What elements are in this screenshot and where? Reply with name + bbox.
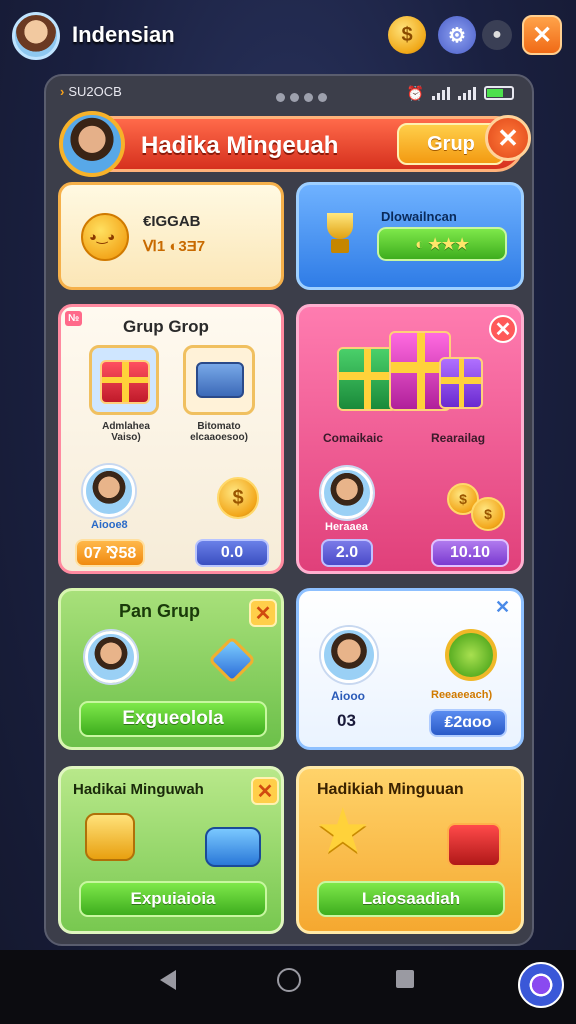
play-arrow-icon: ›: [60, 84, 65, 99]
app-title: Indensian: [72, 22, 175, 47]
banner-close-button[interactable]: ✕: [485, 115, 531, 161]
coin-icon: $: [471, 497, 505, 531]
signal-bars-icon: [432, 87, 450, 100]
reward-pill-button[interactable]: ◐ ★★★: [377, 227, 507, 261]
banner-title: Hadika Mingeuah: [141, 132, 339, 159]
gift-box-icon: [100, 360, 150, 404]
top-bar: Indensian $ ⚙ ● ✕: [0, 0, 576, 70]
price-pill[interactable]: ₤2ɑoo: [429, 709, 507, 737]
menu-dot-icon[interactable]: ●: [482, 20, 512, 50]
gift-box-icon: [337, 347, 397, 411]
corner-tag: №: [65, 311, 83, 326]
home-icon[interactable]: [277, 968, 301, 992]
user-name: Aiooo: [331, 689, 365, 703]
gem-icon: [207, 635, 257, 685]
download-reward-card[interactable]: Dlowailncan ◐ ★★★: [296, 182, 524, 290]
user-name: Heraaea: [325, 521, 368, 533]
group-card[interactable]: № Grup Grop Admlahea Vaiso) Bitomato elc…: [58, 304, 284, 574]
chest-icon: [447, 823, 501, 867]
profile-avatar[interactable]: [12, 12, 60, 60]
system-nav-bar: [0, 950, 576, 1024]
explore-button[interactable]: Exgueolola: [79, 701, 267, 737]
header-banner: Hadika Mingeuah Grup ✕: [59, 111, 531, 177]
close-card-button[interactable]: ✕: [489, 315, 517, 343]
close-x-icon[interactable]: ✕: [495, 597, 510, 618]
card-name: €IGGAB: [143, 213, 201, 230]
coin-icon[interactable]: $: [388, 16, 426, 54]
item-caption: Admlahea Vaiso): [102, 421, 150, 443]
user-value: 03: [337, 711, 356, 730]
gift-box-icon: [439, 357, 483, 409]
close-app-button[interactable]: ✕: [522, 15, 562, 55]
user-portrait[interactable]: [321, 467, 373, 519]
stat-pill: 0.0: [195, 539, 269, 567]
badge-label: Reeaeeach): [431, 689, 493, 701]
stat-pill: 10.10: [431, 539, 509, 567]
wifi-bars-icon: [458, 87, 476, 100]
user-name: Aiooe8: [91, 519, 128, 531]
user-portrait[interactable]: [85, 631, 137, 683]
page-dots: [276, 90, 332, 105]
assistant-icon[interactable]: [518, 962, 564, 1008]
status-time: SU2OCB: [68, 84, 122, 99]
item-caption: Comaikaic: [323, 431, 384, 445]
signal-icons: ⏰: [407, 86, 514, 100]
star-icon: ★: [315, 797, 371, 866]
weekly-event-card[interactable]: Hadikai Minguwah ✕ Expuiaioia: [58, 766, 284, 934]
player-avatar[interactable]: [59, 111, 125, 177]
card-title: Dlowailncan: [381, 209, 457, 224]
explore-button[interactable]: Expuiaioia: [79, 881, 267, 917]
item-caption: Bitomato elcaaoesoo): [190, 421, 248, 443]
smiley-emoji-icon: [81, 213, 129, 261]
card-title: Grup Grop: [123, 317, 209, 336]
gift-tile[interactable]: [89, 345, 159, 415]
machine-icon: [196, 362, 244, 398]
user-portrait[interactable]: [83, 465, 135, 517]
battery-icon: [484, 86, 514, 100]
coin-stack-icon: [85, 813, 135, 861]
stat-pill: 07 ⅋58: [75, 539, 145, 567]
weekly-reward-card[interactable]: Hadikiah Minguuan ★ Laiosaadiah: [296, 766, 524, 934]
stat-pill: 2.0: [321, 539, 373, 567]
main-panel: ›SU2OCB ⏰ Hadika Mingeuah Grup ✕ €IGGAB …: [44, 74, 534, 946]
card-title: Hadikai Minguwah: [73, 781, 204, 798]
back-icon[interactable]: [160, 970, 176, 990]
card-stat: Ⅵ1 ◐3Ǝ7: [143, 238, 206, 255]
blue-box-icon: [205, 827, 261, 867]
profile-stats-card[interactable]: €IGGAB Ⅵ1 ◐3Ǝ7: [58, 182, 284, 290]
alarm-icon: ⏰: [406, 85, 424, 101]
trophy-icon: [319, 213, 361, 255]
pan-group-card[interactable]: Pan Grup ✕ Exgueolola: [58, 588, 284, 750]
gift-bundle-card[interactable]: ✕ Comaikaic Rearailag Heraaea $ $ 2.0 10…: [296, 304, 524, 574]
item-caption: Rearailag: [431, 431, 486, 445]
close-card-button[interactable]: ✕: [249, 599, 277, 627]
close-card-button[interactable]: ✕: [251, 777, 279, 805]
collect-button[interactable]: Laiosaadiah: [317, 881, 505, 917]
recent-apps-icon[interactable]: [396, 970, 414, 988]
settings-gear-icon[interactable]: ⚙: [438, 16, 476, 54]
coin-icon: $: [217, 477, 259, 519]
status-bar: › SU2OCB ⏰: [60, 84, 518, 104]
user-portrait[interactable]: [321, 627, 377, 683]
card-title: Pan Grup: [119, 601, 201, 621]
machine-tile[interactable]: [183, 345, 255, 415]
achievement-card[interactable]: ✕ Aiooo 03 Reeaeeach) ₤2ɑoo: [296, 588, 524, 750]
badge-icon: [445, 629, 497, 681]
